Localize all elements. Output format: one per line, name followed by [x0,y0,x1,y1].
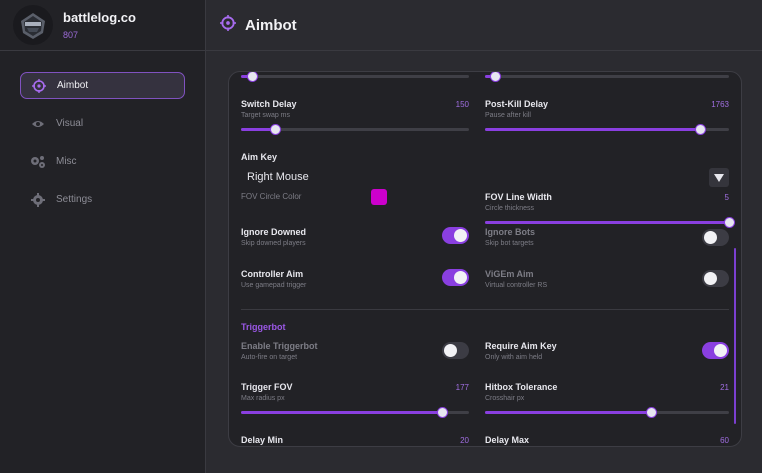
sidebar-item-label: Settings [56,194,93,205]
sidebar-item-settings[interactable]: Settings [20,186,185,213]
slider-thumb[interactable] [724,217,735,228]
eye-icon [30,116,46,132]
controller-aim-label: Controller Aim [241,269,304,279]
switch-delay-label: Switch Delay [241,99,297,109]
gear-icon [30,192,46,208]
gears-icon [30,154,46,170]
controller-aim-toggle[interactable] [442,269,469,286]
slider-thumb[interactable] [436,407,448,418]
trigger-fov-desc: Max radius px [241,395,285,402]
sidebar-item-label: Aimbot [57,80,89,91]
hitbox-tolerance-desc: Crosshair px [485,395,525,402]
slider-thumb[interactable] [270,124,282,135]
brand-sub: 807 [63,30,79,40]
trigger-fov-value: 177 [455,383,469,392]
post-kill-delay-value: 1763 [711,100,729,109]
sidebar-nav: Aimbot Visual Misc Settings [20,72,185,224]
fov-circle-color-label: FOV Circle Color [241,192,302,201]
aim-key-label: Aim Key [241,152,278,162]
page-title: Aimbot [245,16,297,34]
hitbox-tolerance-value: 21 [720,383,729,392]
sidebar-item-visual[interactable]: Visual [20,110,185,137]
slider-thumb[interactable] [247,72,259,82]
sidebar-item-label: Misc [56,156,77,167]
slider-fill [485,411,651,414]
vigem-aim-desc: Virtual controller RS [485,282,548,289]
toggle-knob [704,231,717,244]
fov-line-width-slider[interactable] [485,217,735,228]
switch-delay-slider[interactable] [241,124,469,135]
require-aim-key-label: Require Aim Key [485,341,557,351]
post-kill-delay-label: Post-Kill Delay [485,99,549,109]
chevron-down-icon[interactable] [709,168,729,187]
trigger-fov-slider[interactable] [241,407,469,418]
triggerbot-section-title: Triggerbot [241,322,286,332]
scrollbar[interactable] [734,248,736,424]
toggle-knob [704,272,717,285]
sidebar-item-aimbot[interactable]: Aimbot [20,72,185,99]
enable-triggerbot-label: Enable Triggerbot [241,341,318,351]
slider-thumb[interactable] [694,124,706,135]
toggle-knob [454,271,467,284]
fov-line-width-label: FOV Line Width [485,192,552,202]
fov-line-width-value: 5 [724,193,729,202]
main-area: Aimbot Switch Delay Target swap ms 150 P… [206,0,762,473]
top-right-slider[interactable] [485,72,729,82]
toggle-knob [454,229,467,242]
hitbox-tolerance-label: Hitbox Tolerance [485,382,558,392]
slider-fill [485,221,729,224]
switch-delay-desc: Target swap ms [241,112,291,119]
top-left-slider[interactable] [241,72,469,82]
ignore-downed-toggle[interactable] [442,227,469,244]
slider-fill [241,411,442,414]
ignore-bots-desc: Skip bot targets [485,240,534,247]
ignore-downed-label: Ignore Downed [241,227,306,237]
delay-min-value: 20 [460,436,469,445]
fov-line-width-desc: Circle thickness [485,205,535,212]
ignore-bots-label: Ignore Bots [485,227,536,237]
switch-delay-value: 150 [455,100,469,109]
fov-circle-color-swatch[interactable] [371,189,387,205]
crosshair-icon [220,14,236,36]
slider-thumb[interactable] [645,407,657,418]
post-kill-delay-slider[interactable] [485,124,729,135]
sidebar-item-label: Visual [56,118,84,129]
controller-aim-desc: Use gamepad trigger [241,282,307,289]
require-aim-key-toggle[interactable] [702,342,729,359]
page-header: Aimbot [206,0,762,51]
delay-max-label: Delay Max [485,435,530,445]
slider-thumb[interactable] [489,72,501,82]
aim-key-value: Right Mouse [247,171,309,183]
crosshair-icon [31,78,47,94]
enable-triggerbot-toggle[interactable] [442,342,469,359]
sidebar-item-misc[interactable]: Misc [20,148,185,175]
enable-triggerbot-desc: Auto-fire on target [241,354,298,361]
app-window: battlelog.co 807 Aimbot Visual Misc Sett… [0,0,762,473]
post-kill-delay-desc: Pause after kill [485,112,531,119]
delay-min-label: Delay Min [241,435,284,445]
slider-fill [485,128,700,131]
brand-header: battlelog.co 807 [0,0,205,51]
toggle-knob [444,344,457,357]
vigem-aim-toggle[interactable] [702,270,729,287]
ignore-bots-toggle[interactable] [702,229,729,246]
toggle-knob [714,344,727,357]
aim-key-select[interactable]: Right Mouse [241,166,729,190]
logo-icon [13,5,53,45]
hitbox-tolerance-slider[interactable] [485,407,729,418]
require-aim-key-desc: Only with aim held [485,354,543,361]
section-divider [241,309,729,310]
settings-panel: Switch Delay Target swap ms 150 Post-Kil… [228,71,742,447]
vigem-aim-label: ViGEm Aim [485,269,534,279]
ignore-downed-desc: Skip downed players [241,240,306,247]
delay-max-value: 60 [720,436,729,445]
trigger-fov-label: Trigger FOV [241,382,293,392]
sidebar: battlelog.co 807 Aimbot Visual Misc Sett… [0,0,206,473]
brand-name: battlelog.co [63,10,136,25]
